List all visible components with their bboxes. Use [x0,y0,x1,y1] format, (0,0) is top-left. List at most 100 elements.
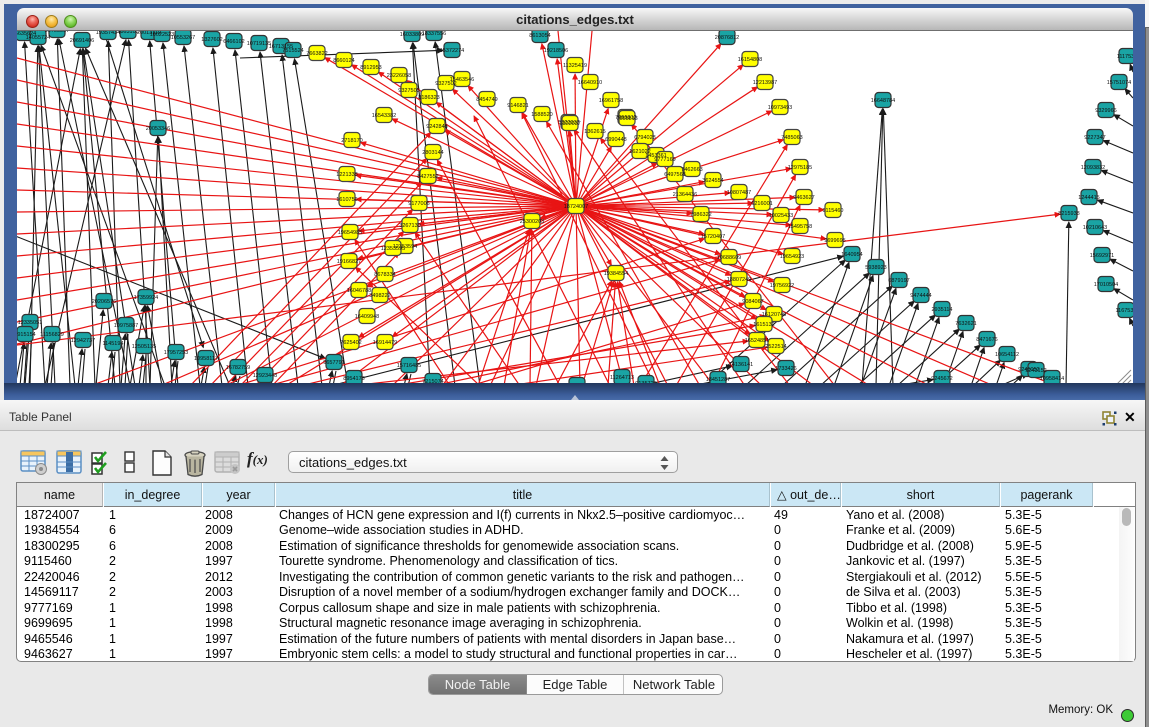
svg-text:18337556: 18337556 [422,31,446,37]
svg-text:18724007: 18724007 [564,204,588,210]
svg-text:17359924: 17359924 [134,295,158,301]
svg-text:19218506: 19218506 [544,48,568,54]
svg-text:8427552: 8427552 [417,174,438,180]
svg-text:9146821: 9146821 [507,103,528,109]
svg-text:12335051: 12335051 [18,320,42,326]
svg-text:6216001: 6216001 [751,201,772,207]
svg-text:16409948: 16409948 [355,314,379,320]
svg-text:19654985: 19654985 [338,230,362,236]
svg-text:9699695: 9699695 [824,238,845,244]
svg-text:9463627: 9463627 [793,195,814,201]
svg-text:3267130: 3267130 [399,223,420,229]
svg-text:10807487: 10807487 [727,190,751,196]
svg-text:9243152: 9243152 [1025,368,1046,374]
svg-text:16046788: 16046788 [347,288,371,294]
svg-text:16154808: 16154808 [738,57,762,63]
svg-text:10973493: 10973493 [768,105,792,111]
svg-text:12942737: 12942737 [71,338,95,344]
svg-text:6879197: 6879197 [888,278,909,284]
svg-text:1145194: 1145194 [102,341,123,347]
svg-text:11325419: 11325419 [563,63,587,69]
svg-text:9777169: 9777169 [654,157,675,163]
svg-text:15463546: 15463546 [450,77,474,83]
svg-text:1615132: 1615132 [753,322,774,328]
svg-text:12975185: 12975185 [788,165,812,171]
svg-text:1117534: 1117534 [1117,54,1133,60]
svg-text:7663822: 7663822 [306,51,327,57]
svg-text:9227347: 9227347 [1084,135,1105,141]
svg-text:8471676: 8471676 [976,337,997,343]
svg-text:19654923: 19654923 [780,254,804,260]
svg-text:6990448: 6990448 [605,137,626,143]
svg-text:6794028: 6794028 [634,135,655,141]
svg-text:16961758: 16961758 [599,98,623,104]
svg-text:7462663: 7462663 [681,167,702,173]
svg-text:1221338: 1221338 [336,172,357,178]
svg-text:1167533: 1167533 [1115,308,1133,314]
svg-text:25300203: 25300203 [520,219,544,225]
svg-text:10719135: 10719135 [247,41,271,47]
svg-text:3624554: 3624554 [702,178,723,184]
svg-text:20053346: 20053346 [146,126,170,132]
svg-text:1322037: 1322037 [559,121,580,127]
svg-text:6466102: 6466102 [223,39,244,45]
svg-text:10958117: 10958117 [194,356,218,362]
svg-text:9863103: 9863103 [117,31,138,35]
svg-text:2718170: 2718170 [341,138,362,144]
svg-text:14055724: 14055724 [26,35,50,41]
svg-text:2935114: 2935114 [931,307,952,313]
svg-text:5938923: 5938923 [865,265,886,271]
svg-text:16640910: 16640910 [578,80,602,86]
svg-text:9474444: 9474444 [910,293,931,299]
svg-text:17010504: 17010504 [1094,282,1118,288]
svg-text:2803144: 2803144 [422,150,443,156]
svg-text:21364436: 21364436 [673,192,697,198]
svg-text:9115460: 9115460 [822,208,843,214]
svg-text:19166827: 19166827 [337,259,361,265]
svg-text:23226058: 23226058 [387,73,411,79]
svg-text:10688609: 10688609 [717,255,741,261]
svg-text:12923448: 12923448 [253,373,277,379]
svg-text:15495758: 15495758 [788,224,812,230]
svg-text:7485063: 7485063 [781,135,802,141]
svg-text:14136141: 14136141 [729,362,753,368]
svg-text:15372274: 15372274 [440,48,464,54]
svg-text:9177006: 9177006 [408,201,429,207]
svg-text:1733426: 1733426 [775,366,796,372]
svg-text:10654112: 10654112 [995,352,1019,358]
svg-text:7515524: 7515524 [282,48,303,54]
svg-text:8678334: 8678334 [374,272,395,278]
svg-text:7625402: 7625402 [340,340,361,346]
svg-text:8454749: 8454749 [476,97,497,103]
svg-text:11156829: 11156829 [40,332,64,338]
svg-text:12353595: 12353595 [381,246,405,252]
svg-text:10975887: 10975887 [114,323,138,329]
svg-text:7632621: 7632621 [955,321,976,327]
svg-text:9242848: 9242848 [426,124,447,130]
svg-text:16914479: 16914479 [373,340,397,346]
svg-text:15751074: 15751074 [1107,80,1131,86]
svg-text:8954178: 8954178 [343,376,364,382]
svg-text:9084067: 9084067 [742,299,763,305]
svg-text:12213987: 12213987 [753,80,777,86]
svg-text:1244415: 1244415 [1078,195,1099,201]
svg-text:19384554: 19384554 [604,271,628,277]
svg-text:15720407: 15720407 [701,234,725,240]
svg-text:10753357: 10753357 [45,31,69,34]
svg-text:1588520: 1588520 [531,112,552,118]
svg-text:8660124: 8660124 [333,58,354,64]
svg-text:10553267: 10553267 [171,35,195,41]
svg-text:9657791: 9657791 [323,360,344,366]
svg-text:12093832: 12093832 [1081,165,1105,171]
svg-text:1362615: 1362615 [584,129,605,135]
svg-text:10025433: 10025433 [769,213,793,219]
svg-text:7215074: 7215074 [422,379,443,383]
svg-text:16033809: 16033809 [400,32,424,38]
svg-text:9327503: 9327503 [398,88,419,94]
svg-text:19756922: 19756922 [770,283,794,289]
svg-text:1610756: 1610756 [336,197,357,203]
svg-text:15716485: 15716485 [397,363,421,369]
svg-text:11264713: 11264713 [610,375,634,381]
svg-text:8613054: 8613054 [529,33,550,39]
svg-text:15692971: 15692971 [1090,253,1114,259]
